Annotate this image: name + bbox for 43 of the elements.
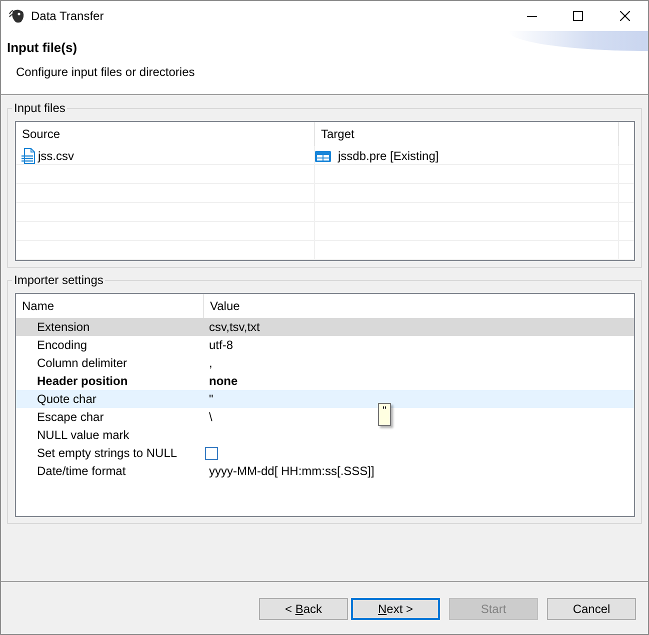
setting-value: none (209, 374, 238, 388)
app-icon (9, 8, 25, 24)
setting-value: yyyy-MM-dd[ HH:mm:ss[.SSS]] (209, 464, 374, 478)
column-header[interactable]: Target (321, 127, 354, 141)
settings-row[interactable]: Header position none (16, 372, 634, 390)
setting-name: NULL value mark (37, 428, 130, 442)
column-header[interactable]: Value (210, 299, 240, 313)
dialog-button[interactable]: Cancel (547, 598, 636, 620)
setting-name: Header position (37, 374, 128, 388)
setting-name: Extension (37, 320, 90, 334)
setting-name: Escape char (37, 410, 104, 424)
setting-value: csv,tsv,txt (209, 320, 260, 334)
settings-row[interactable]: Date/time format yyyy-MM-dd[ HH:mm:ss[.SSS]] (16, 462, 634, 480)
setting-value: \ (209, 410, 212, 424)
setting-name: Column delimiter (37, 356, 128, 370)
maximize-icon (573, 11, 583, 21)
group-label: Importer settings (13, 273, 104, 288)
window-title: Data Transfer (31, 9, 105, 23)
column-header[interactable]: Name (22, 299, 54, 313)
column-header[interactable]: Source (22, 127, 60, 141)
setting-name: Date/time format (37, 464, 126, 478)
settings-row[interactable]: Column delimiter , (16, 354, 634, 372)
dialog-button[interactable]: < Back (259, 598, 348, 620)
target-table-name: jssdb.pre [Existing] (338, 148, 439, 162)
setting-name: Set empty strings to NULL (37, 446, 178, 460)
setting-name: Quote char (37, 392, 96, 406)
setting-name: Encoding (37, 338, 88, 352)
settings-row[interactable]: NULL value mark (16, 426, 634, 444)
document-icon (21, 148, 37, 164)
settings-row[interactable]: Set empty strings to NULL (16, 444, 634, 462)
settings-row[interactable]: Encoding utf-8 (16, 336, 634, 354)
close-icon (620, 11, 630, 21)
page-title: Input file(s) (7, 40, 78, 56)
checkbox[interactable] (205, 446, 218, 460)
source-file-name: jss.csv (38, 148, 74, 162)
setting-value: utf-8 (209, 338, 234, 352)
setting-value: " (209, 392, 214, 406)
setting-value: , (209, 356, 212, 370)
dialog-button[interactable]: Next > (351, 598, 440, 620)
group-label: Input files (13, 101, 66, 116)
settings-row[interactable]: Extension csv,tsv,txt (16, 318, 634, 336)
tooltip: " (378, 403, 391, 426)
page-description: Configure input files or directories (16, 64, 195, 80)
